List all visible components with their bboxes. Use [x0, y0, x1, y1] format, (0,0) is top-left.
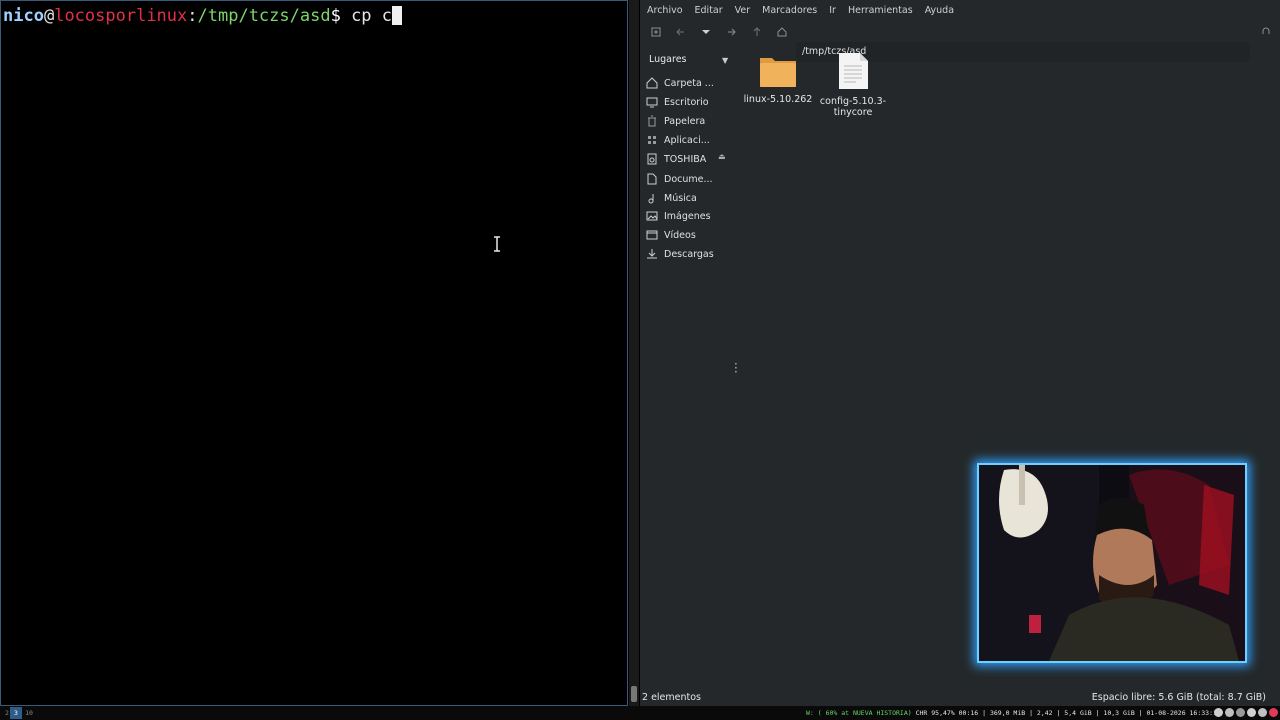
steam-icon[interactable] — [1236, 708, 1245, 717]
download-icon — [647, 249, 657, 259]
prompt-user: nico — [3, 6, 44, 26]
prompt-host: locosporlinux — [54, 6, 188, 26]
file-name-line1: config-5.10.3- — [819, 96, 887, 107]
music-icon — [648, 194, 654, 204]
folder-icon — [760, 58, 796, 87]
sidebar-item-label: Papelera — [664, 115, 706, 127]
menu-ayuda[interactable]: Ayuda — [925, 5, 954, 16]
file-item-config[interactable]: config-5.10.3- tinycore — [813, 52, 893, 118]
sidebar-item-escritorio[interactable]: Escritorio — [646, 94, 736, 110]
text-cursor — [392, 6, 403, 25]
system-status: W: ( 60% at NUEVA HISTORIA) CHR 95,47% 0… — [806, 709, 1229, 717]
sidebar-item-papelera[interactable]: Papelera — [646, 113, 736, 129]
menu-herramientas[interactable]: Herramientas — [848, 5, 913, 16]
text-file-icon — [839, 53, 868, 89]
status-bar: 2 elementos Espacio libre: 5.6 GiB (tota… — [640, 690, 1280, 706]
menu-archivo[interactable]: Archivo — [647, 5, 683, 16]
video-icon — [646, 230, 658, 240]
volume-icon[interactable] — [1269, 708, 1278, 717]
sidebar-item-label: Escritorio — [664, 96, 709, 108]
pane-resize-handle[interactable]: · · · — [734, 358, 738, 378]
prompt-dollar: $ — [330, 6, 341, 26]
sidebar-item-imagenes[interactable]: Imágenes — [646, 208, 736, 224]
prompt-at: @ — [43, 6, 55, 26]
terminal-scrollbar[interactable] — [629, 0, 639, 706]
sidebar-item-label: Música — [664, 192, 697, 204]
sidebar-item-toshiba[interactable]: TOSHIBA ⏏ — [646, 151, 736, 167]
sidebar-item-documentos[interactable]: Docume... — [646, 171, 736, 187]
terminal-prompt-line: nico@locosporlinux:/tmp/tczs/asd$ cp c — [3, 6, 403, 26]
workspace-10[interactable]: 10 — [23, 707, 35, 719]
taskbar: 2 3 10 W: ( 60% at NUEVA HISTORIA) CHR 9… — [0, 706, 1280, 720]
prompt-path: /tmp/tczs/asd — [197, 6, 331, 26]
sidebar-item-label: Carpeta ... — [664, 77, 714, 89]
file-name: linux-5.10.262 — [743, 94, 813, 105]
chevron-down-icon[interactable]: ▼ — [722, 56, 728, 65]
menu-ver[interactable]: Ver — [735, 5, 751, 16]
places-title: Lugares — [649, 54, 687, 65]
workspace-3[interactable]: 3 — [10, 707, 22, 719]
screenshot-icon[interactable] — [1247, 708, 1256, 717]
menu-editar[interactable]: Editar — [695, 5, 723, 16]
sidebar-item-musica[interactable]: Música — [646, 190, 736, 206]
back-icon[interactable] — [673, 24, 689, 40]
drive-icon — [647, 153, 657, 165]
document-icon — [647, 173, 657, 185]
webcam-video — [979, 465, 1245, 661]
prompt-colon: : — [187, 6, 198, 26]
wifi-status: W: ( 60% at NUEVA HISTORIA) — [806, 709, 912, 717]
file-name-line2: tinycore — [833, 107, 873, 118]
desktop-icon — [646, 97, 658, 108]
sidebar-item-label: Docume... — [664, 173, 713, 185]
home-icon — [646, 77, 658, 89]
forward-icon[interactable] — [723, 24, 739, 40]
eject-icon[interactable]: ⏏ — [718, 152, 726, 161]
image-icon — [646, 211, 658, 221]
sidebar-item-label: TOSHIBA — [664, 153, 707, 165]
free-space: Espacio libre: 5.6 GiB (total: 8.7 GiB) — [1091, 692, 1266, 703]
sidebar-item-home[interactable]: Carpeta ... — [646, 75, 736, 91]
places-header[interactable]: Lugares ▼ — [649, 54, 729, 70]
system-tray — [1214, 708, 1278, 717]
toolbar: /tmp/tczs/asd — [640, 20, 1280, 62]
network-icon[interactable] — [1214, 708, 1223, 717]
sidebar-item-descargas[interactable]: Descargas — [646, 246, 736, 262]
terminal-command[interactable]: cp c — [341, 6, 392, 26]
sidebar-item-label: Vídeos — [664, 229, 696, 241]
sidebar-item-aplicaciones[interactable]: Aplicaci... — [646, 132, 736, 148]
ibeam-cursor-icon — [494, 236, 500, 252]
update-icon[interactable] — [1258, 708, 1267, 717]
go-icon[interactable] — [1258, 24, 1274, 40]
sidebar-item-label: Imágenes — [664, 210, 711, 222]
trash-icon — [648, 115, 656, 127]
menu-ir[interactable]: Ir — [829, 5, 836, 16]
scrollbar-thumb[interactable] — [631, 686, 637, 702]
menu-marcadores[interactable]: Marcadores — [762, 5, 817, 16]
file-item-folder[interactable]: linux-5.10.262 — [738, 52, 818, 105]
discord-icon[interactable] — [1225, 708, 1234, 717]
menubar: Archivo Editar Ver Marcadores Ir Herrami… — [640, 0, 1280, 20]
apps-icon — [648, 136, 656, 144]
sidebar-item-label: Aplicaci... — [664, 134, 710, 146]
sidebar-item-videos[interactable]: Vídeos — [646, 227, 736, 243]
home-icon[interactable] — [774, 24, 790, 40]
history-dropdown-icon[interactable] — [698, 24, 714, 40]
up-icon[interactable] — [749, 24, 765, 40]
sidebar-item-label: Descargas — [664, 248, 714, 260]
system-stats: CHR 95,47% 00:16 | 369,0 MiB | 2,42 | 5,… — [911, 709, 1229, 717]
terminal-window[interactable]: nico@locosporlinux:/tmp/tczs/asd$ cp c — [0, 0, 628, 706]
new-tab-icon[interactable] — [648, 24, 664, 40]
webcam-overlay — [977, 463, 1247, 663]
item-count: 2 elementos — [642, 692, 701, 703]
